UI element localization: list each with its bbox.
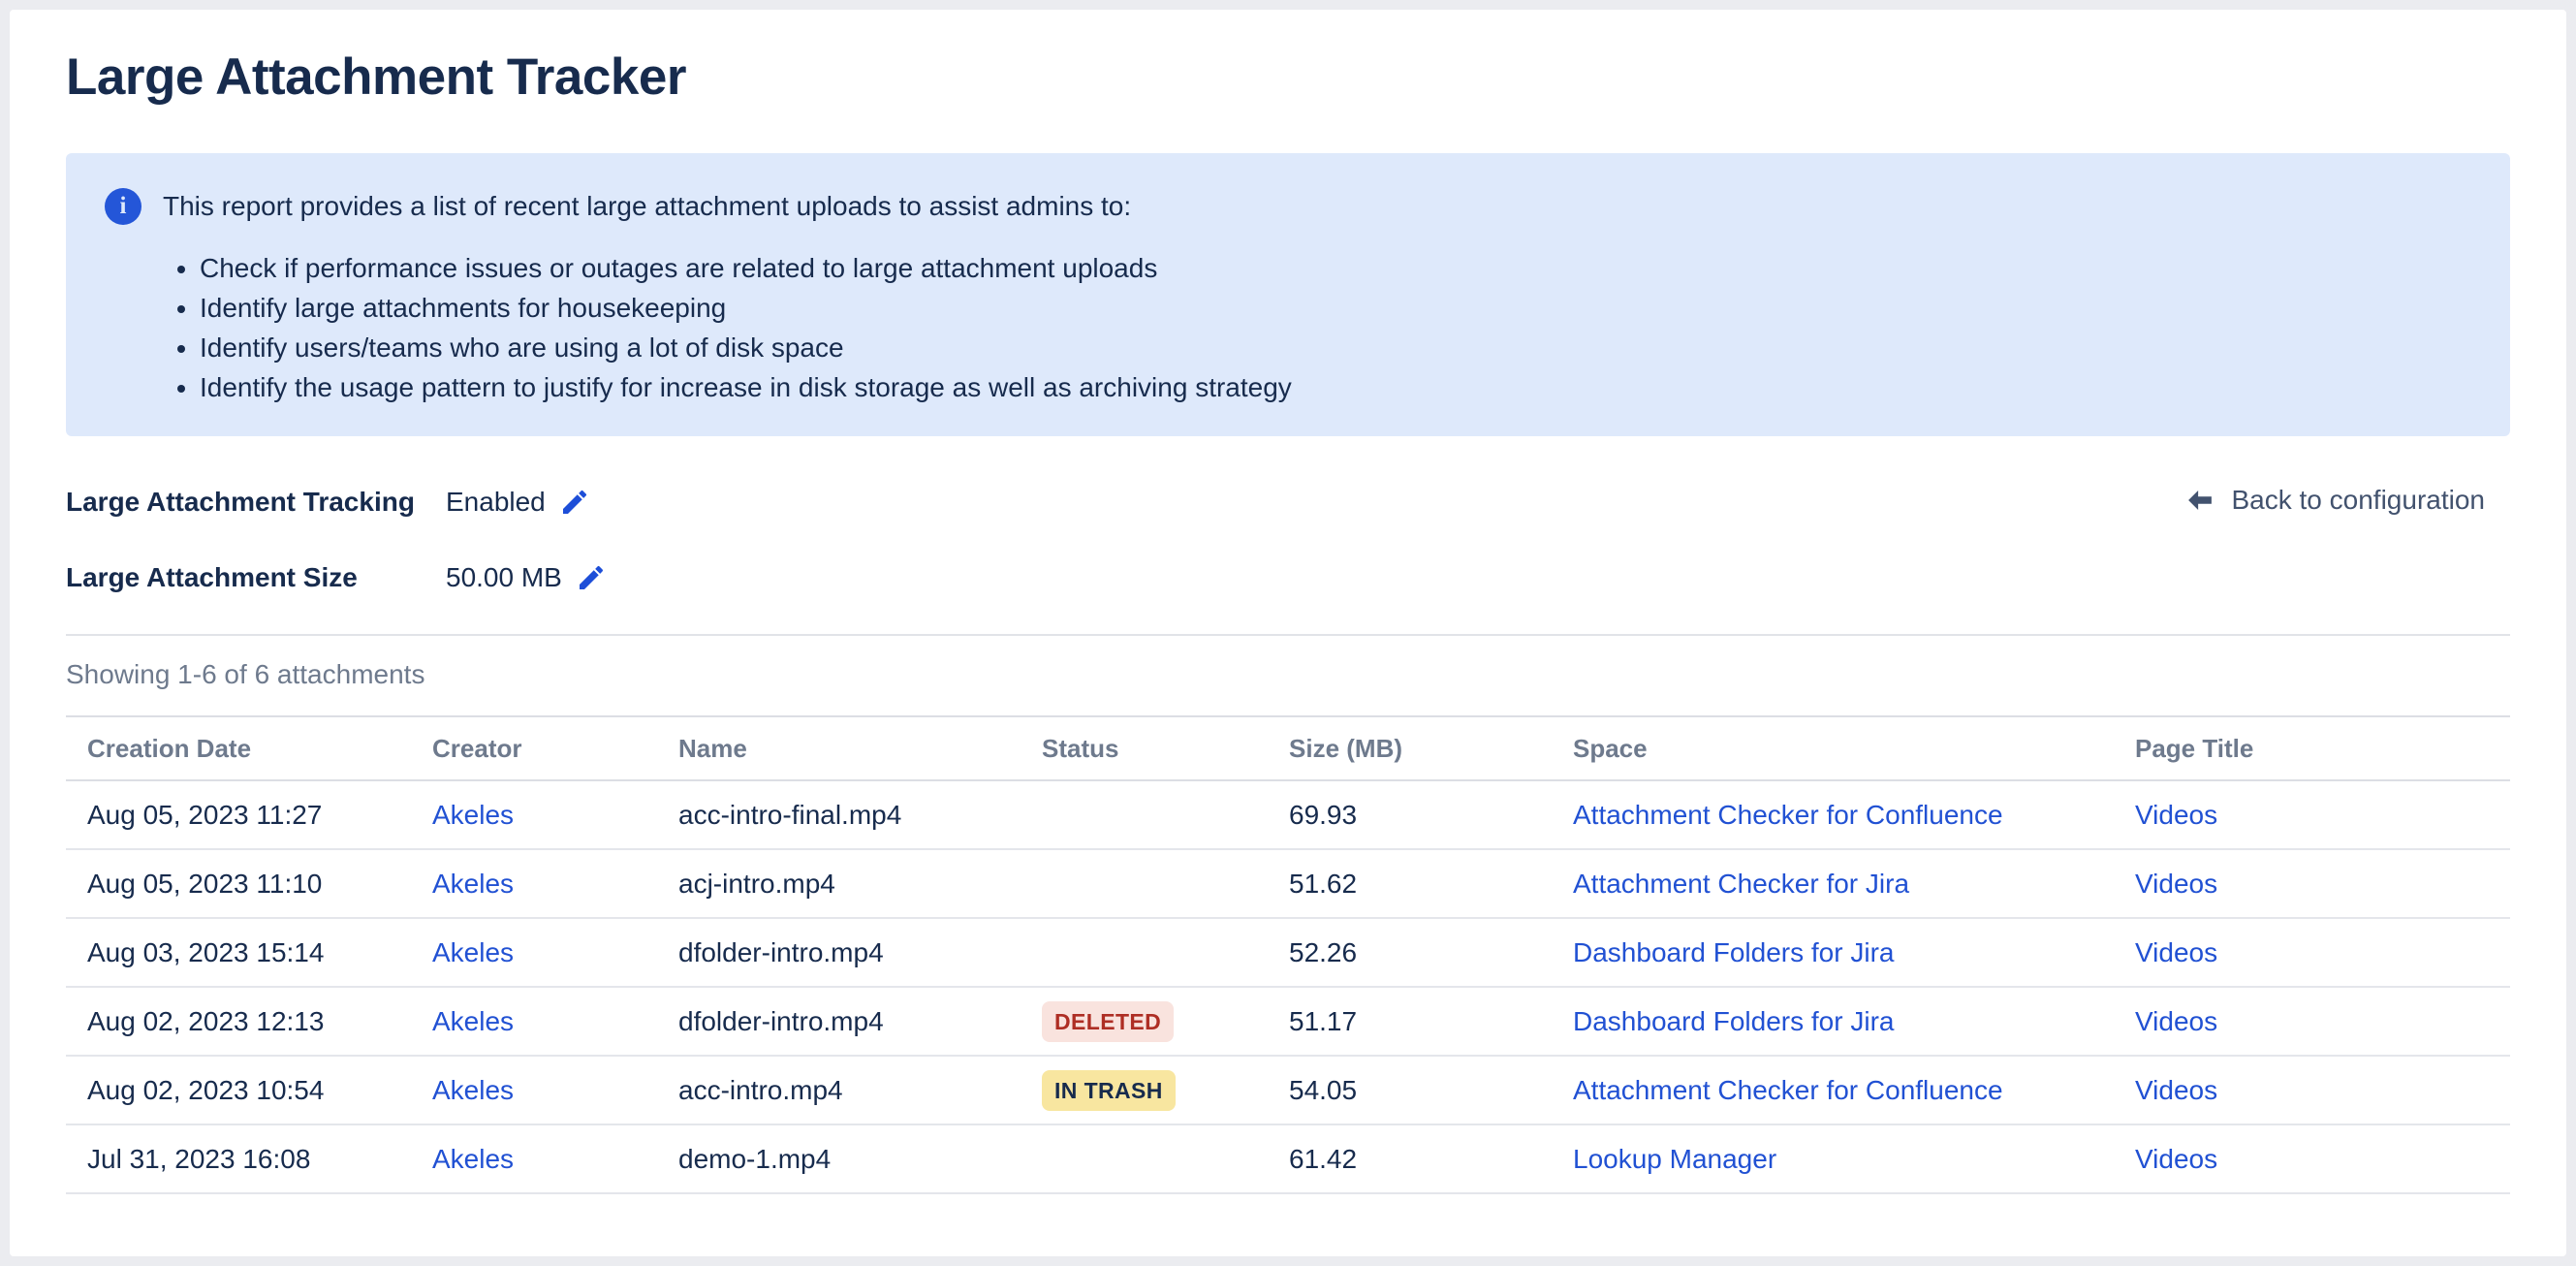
settings-section: Back to configuration Large Attachment T…: [66, 483, 2510, 597]
info-bullet: Identify large attachments for housekeep…: [200, 288, 2471, 328]
space-link[interactable]: Dashboard Folders for Jira: [1573, 937, 1894, 967]
creation-date-cell: Aug 02, 2023 10:54: [66, 1056, 432, 1124]
creation-date-cell: Aug 03, 2023 15:14: [66, 918, 432, 987]
creator-link[interactable]: Akeles: [432, 800, 514, 830]
col-header-creator: Creator: [432, 716, 678, 780]
page-title-link[interactable]: Videos: [2135, 869, 2217, 899]
edit-tracking-icon[interactable]: [559, 487, 590, 518]
table-row: Aug 02, 2023 10:54 Akeles acc-intro.mp4 …: [66, 1056, 2510, 1124]
creator-link[interactable]: Akeles: [432, 937, 514, 967]
edit-size-icon[interactable]: [576, 562, 607, 593]
info-bullet: Identify users/teams who are using a lot…: [200, 328, 2471, 367]
size-cell: 69.93: [1289, 780, 1573, 849]
size-cell: 54.05: [1289, 1056, 1573, 1124]
attachment-name-cell: acc-intro-final.mp4: [678, 780, 1042, 849]
size-cell: 51.17: [1289, 987, 1573, 1056]
space-link[interactable]: Dashboard Folders for Jira: [1573, 1006, 1894, 1036]
status-badge-in-trash: IN TRASH: [1042, 1070, 1176, 1111]
attachment-name-cell: acc-intro.mp4: [678, 1056, 1042, 1124]
creator-link[interactable]: Akeles: [432, 1006, 514, 1036]
page-title-link[interactable]: Videos: [2135, 1075, 2217, 1105]
page-title-link[interactable]: Videos: [2135, 937, 2217, 967]
creator-link[interactable]: Akeles: [432, 869, 514, 899]
status-badge-deleted: DELETED: [1042, 1001, 1174, 1042]
col-header-size: Size (MB): [1289, 716, 1573, 780]
creation-date-cell: Aug 02, 2023 12:13: [66, 987, 432, 1056]
info-bullet: Check if performance issues or outages a…: [200, 248, 2471, 288]
setting-row-tracking: Large Attachment Tracking Enabled: [66, 483, 2510, 522]
size-cell: 52.26: [1289, 918, 1573, 987]
back-link-label: Back to configuration: [2232, 485, 2486, 516]
col-header-status: Status: [1042, 716, 1289, 780]
back-to-configuration-link[interactable]: Back to configuration: [2183, 485, 2486, 516]
table-row: Aug 02, 2023 12:13 Akeles dfolder-intro.…: [66, 987, 2510, 1056]
attachments-table: Creation Date Creator Name Status Size (…: [66, 715, 2510, 1194]
info-bullet-list: Check if performance issues or outages a…: [200, 248, 2471, 407]
page-title-link[interactable]: Videos: [2135, 800, 2217, 830]
section-divider: [66, 634, 2510, 636]
page-title: Large Attachment Tracker: [66, 48, 2510, 107]
creation-date-cell: Aug 05, 2023 11:27: [66, 780, 432, 849]
setting-row-size: Large Attachment Size 50.00 MB: [66, 558, 2510, 597]
table-row: Aug 05, 2023 11:27 Akeles acc-intro-fina…: [66, 780, 2510, 849]
attachments-count-summary: Showing 1-6 of 6 attachments: [66, 659, 2510, 690]
space-link[interactable]: Attachment Checker for Confluence: [1573, 1075, 2003, 1105]
tracking-label: Large Attachment Tracking: [66, 483, 446, 522]
page-title-link[interactable]: Videos: [2135, 1144, 2217, 1174]
size-cell: 61.42: [1289, 1124, 1573, 1193]
attachment-name-cell: dfolder-intro.mp4: [678, 918, 1042, 987]
space-link[interactable]: Attachment Checker for Jira: [1573, 869, 1909, 899]
attachment-name-cell: acj-intro.mp4: [678, 849, 1042, 918]
space-link[interactable]: Attachment Checker for Confluence: [1573, 800, 2003, 830]
info-panel: i This report provides a list of recent …: [66, 153, 2510, 436]
creation-date-cell: Aug 05, 2023 11:10: [66, 849, 432, 918]
table-row: Aug 05, 2023 11:10 Akeles acj-intro.mp4 …: [66, 849, 2510, 918]
info-bullet: Identify the usage pattern to justify fo…: [200, 367, 2471, 407]
content-card: Large Attachment Tracker i This report p…: [10, 10, 2566, 1256]
info-icon: i: [105, 188, 141, 225]
col-header-page-title: Page Title: [2135, 716, 2510, 780]
table-header-row: Creation Date Creator Name Status Size (…: [66, 716, 2510, 780]
table-row: Jul 31, 2023 16:08 Akeles demo-1.mp4 61.…: [66, 1124, 2510, 1193]
back-arrow-icon: [2183, 486, 2216, 515]
creator-link[interactable]: Akeles: [432, 1075, 514, 1105]
col-header-creation-date: Creation Date: [66, 716, 432, 780]
info-panel-intro: This report provides a list of recent la…: [163, 189, 1131, 224]
creator-link[interactable]: Akeles: [432, 1144, 514, 1174]
col-header-space: Space: [1573, 716, 2135, 780]
creation-date-cell: Jul 31, 2023 16:08: [66, 1124, 432, 1193]
size-cell: 51.62: [1289, 849, 1573, 918]
tracking-value: Enabled: [446, 483, 546, 522]
table-row: Aug 03, 2023 15:14 Akeles dfolder-intro.…: [66, 918, 2510, 987]
size-label: Large Attachment Size: [66, 558, 446, 597]
size-value: 50.00 MB: [446, 558, 562, 597]
attachment-name-cell: demo-1.mp4: [678, 1124, 1042, 1193]
space-link[interactable]: Lookup Manager: [1573, 1144, 1776, 1174]
attachment-name-cell: dfolder-intro.mp4: [678, 987, 1042, 1056]
page-title-link[interactable]: Videos: [2135, 1006, 2217, 1036]
col-header-name: Name: [678, 716, 1042, 780]
